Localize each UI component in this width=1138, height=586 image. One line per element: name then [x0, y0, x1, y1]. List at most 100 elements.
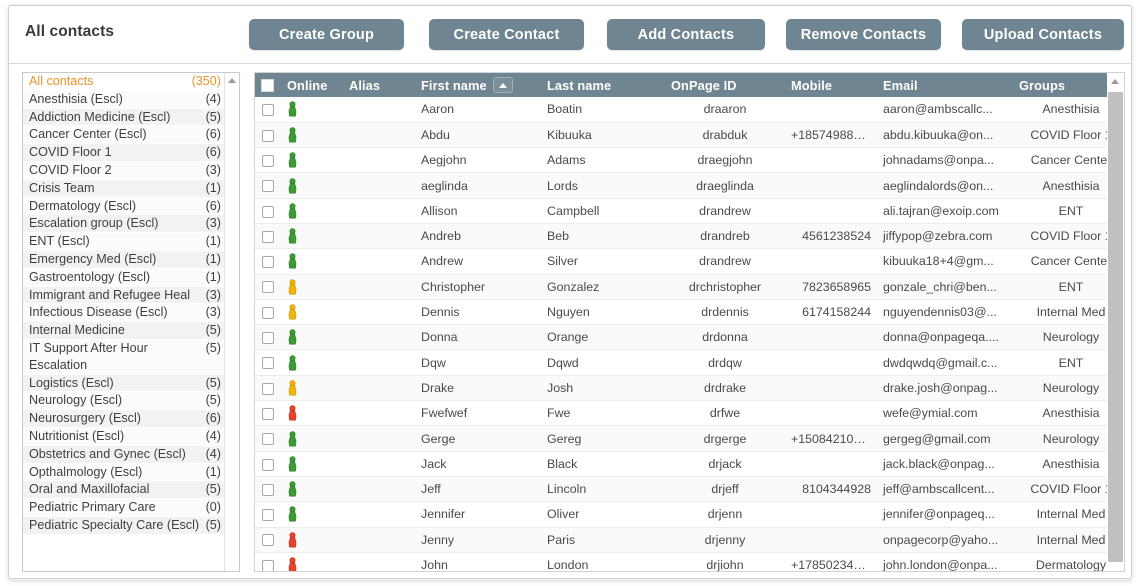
sidebar-item-group[interactable]: Infectious Disease (Escl) (3) [23, 304, 225, 323]
table-row[interactable]: Drake Josh drdrake drake.josh@onpag... Neuro… [255, 375, 1107, 402]
row-select-cell[interactable] [255, 324, 281, 351]
select-all-checkbox[interactable] [261, 78, 274, 92]
row-select-cell[interactable] [255, 172, 281, 199]
row-select-cell[interactable] [255, 476, 281, 503]
sidebar-item-group[interactable]: COVID Floor 2 (3) [23, 161, 225, 180]
row-select-cell[interactable] [255, 147, 281, 174]
row-checkbox[interactable] [262, 129, 274, 142]
sidebar-item-group[interactable]: Pediatric Specialty Care (Escl) (5) [23, 516, 225, 535]
row-select-cell[interactable] [255, 122, 281, 149]
row-checkbox[interactable] [262, 433, 274, 446]
row-select-cell[interactable] [255, 274, 281, 300]
table-row[interactable]: Dqw Dqwd drdqw dwdqwdq@gmail.c... ENT [255, 349, 1107, 376]
row-checkbox[interactable] [262, 509, 274, 522]
sidebar-scrollbar[interactable] [224, 73, 239, 571]
table-row[interactable]: Allison Campbell drandrew ali.tajran@exoip.… [255, 198, 1107, 224]
row-checkbox[interactable] [262, 256, 274, 269]
row-checkbox[interactable] [262, 559, 274, 571]
row-select-cell[interactable] [255, 97, 281, 123]
row-checkbox[interactable] [262, 357, 274, 370]
row-select-cell[interactable] [255, 248, 281, 275]
column-header-select-all[interactable] [255, 73, 281, 97]
column-header-onpage-id[interactable]: OnPage ID [665, 73, 785, 97]
column-header-online[interactable]: Online [281, 73, 343, 97]
table-row[interactable]: Jenny Paris drjenny onpagecorp@yaho... Inter… [255, 527, 1107, 553]
table-row[interactable]: Aaron Boatin draaron aaron@ambscallc... Anes… [255, 97, 1107, 123]
table-row[interactable]: Gerge Gereg drgerge +15084210010 gergeg@gmai… [255, 425, 1107, 452]
sidebar-item-group[interactable]: Escalation group (Escl) (3) [23, 215, 225, 234]
sort-ascending-icon[interactable] [492, 77, 513, 93]
sidebar-item-group[interactable]: IT Support After Hour Escalation (5) [23, 339, 225, 375]
row-select-cell[interactable] [255, 400, 281, 427]
column-header-email[interactable]: Email [877, 73, 1013, 97]
create-group-button[interactable]: Create Group [249, 19, 404, 50]
sidebar-item-group[interactable]: Neurology (Escl) (5) [23, 392, 225, 411]
sidebar-item-group[interactable]: Internal Medicine (5) [23, 322, 225, 340]
row-checkbox[interactable] [262, 332, 274, 345]
scroll-up-arrow-icon[interactable] [225, 73, 239, 88]
row-checkbox[interactable] [262, 483, 274, 496]
row-select-cell[interactable] [255, 425, 281, 452]
row-checkbox[interactable] [262, 382, 274, 395]
column-header-mobile[interactable]: Mobile [785, 73, 877, 97]
column-header-alias[interactable]: Alias [343, 73, 415, 97]
sidebar-item-group[interactable]: Emergency Med (Escl) (1) [23, 250, 225, 269]
row-select-cell[interactable] [255, 451, 281, 477]
table-row[interactable]: John London drjiohn +17850234655 john.london… [255, 552, 1107, 571]
row-select-cell[interactable] [255, 349, 281, 376]
sidebar-item-group[interactable]: Immigrant and Refugee Heal (3) [23, 286, 225, 305]
table-row[interactable]: Donna Orange drdonna donna@onpageqa.... Neur… [255, 324, 1107, 351]
table-row[interactable]: Christopher Gonzalez drchristopher 78236589… [255, 274, 1107, 300]
sidebar-item-group[interactable]: Opthalmology (Escl) (1) [23, 463, 225, 482]
sidebar-item-group[interactable]: Neurosurgery (Escl) (6) [23, 410, 225, 428]
table-row[interactable]: Aegjohn Adams draegjohn johnadams@onpa... Ca… [255, 147, 1107, 174]
row-checkbox[interactable] [262, 407, 274, 420]
row-select-cell[interactable] [255, 501, 281, 528]
row-select-cell[interactable] [255, 198, 281, 224]
sidebar-item-group[interactable]: COVID Floor 1 (6) [23, 144, 225, 162]
table-row[interactable]: Andreb Beb drandreb 4561238524 jiffypop@zebr… [255, 223, 1107, 250]
row-checkbox[interactable] [262, 180, 274, 193]
groups-list[interactable]: All contacts (350) Anesthisia (Escl) (4) Add… [23, 73, 225, 571]
column-header-groups[interactable]: Groups [1013, 73, 1107, 97]
sidebar-item-group[interactable]: ENT (Escl) (1) [23, 233, 225, 251]
sidebar-item-group[interactable]: Crisis Team (1) [23, 179, 225, 198]
table-row[interactable]: Jack Black drjack jack.black@onpag... Anesth… [255, 451, 1107, 477]
sidebar-item-group[interactable]: All contacts (350) [23, 73, 225, 91]
row-checkbox[interactable] [262, 534, 274, 547]
table-row[interactable]: Andrew Silver drandrew kibuuka18+4@gm... Can… [255, 248, 1107, 275]
table-row[interactable]: Jeff Lincoln drjeff 8104344928 jeff@ambscall… [255, 476, 1107, 503]
sidebar-item-group[interactable]: Nutritionist (Escl) (4) [23, 427, 225, 446]
row-checkbox[interactable] [262, 104, 274, 117]
row-select-cell[interactable] [255, 375, 281, 402]
sidebar-item-group[interactable]: Logistics (Escl) (5) [23, 374, 225, 393]
row-checkbox[interactable] [262, 154, 274, 167]
column-header-last-name[interactable]: Last name [541, 73, 665, 97]
sidebar-item-group[interactable]: Oral and Maxillofacial (5) [23, 481, 225, 500]
table-row[interactable]: Abdu Kibuuka drabduk +18574988785 abdu.kibuu… [255, 122, 1107, 149]
row-select-cell[interactable] [255, 299, 281, 326]
table-row[interactable]: Jennifer Oliver drjenn jennifer@onpageq... I… [255, 501, 1107, 528]
column-header-first-name[interactable]: First name [415, 73, 541, 97]
row-checkbox[interactable] [262, 458, 274, 471]
row-select-cell[interactable] [255, 223, 281, 250]
table-row[interactable]: Fwefwef Fwe drfwe wefe@ymial.com Anesthisia [255, 400, 1107, 427]
row-checkbox[interactable] [262, 205, 274, 218]
row-checkbox[interactable] [262, 281, 274, 294]
sidebar-item-group[interactable]: Dermatology (Escl) (6) [23, 197, 225, 216]
table-scrollbar[interactable] [1107, 73, 1124, 571]
upload-contacts-button[interactable]: Upload Contacts [962, 19, 1124, 50]
row-select-cell[interactable] [255, 552, 281, 571]
sidebar-item-group[interactable]: Anesthisia (Escl) (4) [23, 90, 225, 109]
remove-contacts-button[interactable]: Remove Contacts [786, 19, 941, 50]
scrollbar-thumb[interactable] [1108, 92, 1123, 562]
row-select-cell[interactable] [255, 527, 281, 553]
sidebar-item-group[interactable]: Pediatric Primary Care (0) [23, 499, 225, 517]
table-row[interactable]: Dennis Nguyen drdennis 6174158244 nguyendenn… [255, 299, 1107, 326]
sidebar-item-group[interactable]: Addiction Medicine (Escl) (5) [23, 108, 225, 127]
create-contact-button[interactable]: Create Contact [429, 19, 584, 50]
scroll-up-arrow-icon[interactable] [1107, 73, 1124, 90]
table-row[interactable]: aeglinda Lords draeglinda aeglindalords@on.… [255, 172, 1107, 199]
row-checkbox[interactable] [262, 230, 274, 243]
sidebar-item-group[interactable]: Obstetrics and Gynec (Escl) (4) [23, 445, 225, 464]
